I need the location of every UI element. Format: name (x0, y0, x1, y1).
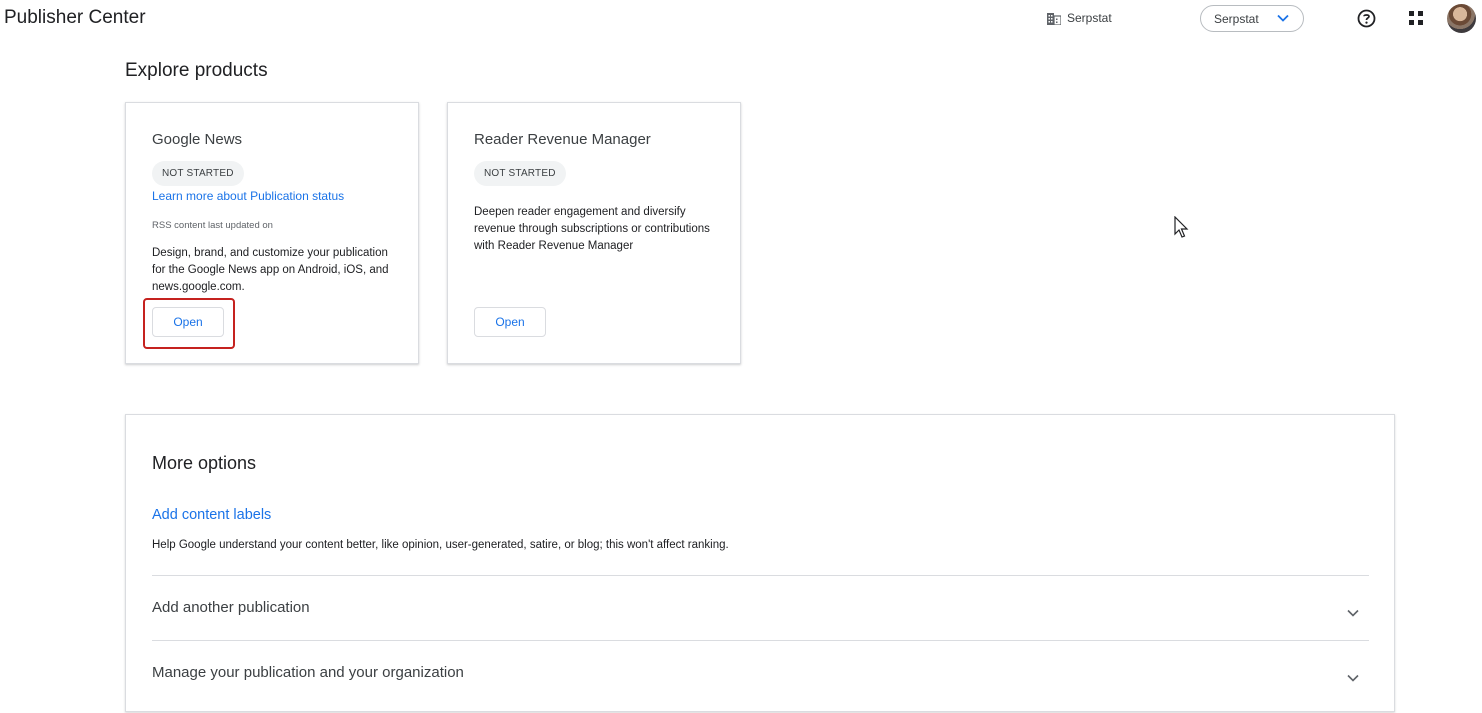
highlight-box (143, 298, 235, 349)
divider (152, 575, 1369, 576)
rss-update-note: RSS content last updated on (152, 220, 273, 231)
organization-switcher[interactable]: Serpstat (1200, 5, 1304, 32)
status-badge: NOT STARTED (474, 161, 566, 186)
publication-status-link[interactable]: Learn more about Publication status (152, 189, 344, 203)
chevron-down-icon (1347, 609, 1359, 617)
building-icon (1047, 12, 1061, 25)
avatar[interactable] (1447, 4, 1476, 33)
explore-products-title: Explore products (125, 60, 268, 81)
chevron-down-icon (1277, 14, 1289, 22)
card-title: Reader Revenue Manager (474, 131, 651, 148)
card-description: Deepen reader engagement and diversify r… (474, 206, 710, 252)
content-labels-description: Help Google understand your content bett… (152, 539, 729, 551)
row-label: Add another publication (152, 599, 310, 616)
manage-publication-row[interactable]: Manage your publication and your organiz… (152, 658, 1369, 698)
help-icon[interactable] (1357, 9, 1376, 28)
reader-revenue-open-button[interactable]: Open (474, 307, 546, 337)
add-another-publication-row[interactable]: Add another publication (152, 593, 1369, 633)
card-description: Design, brand, and customize your public… (152, 247, 389, 293)
chevron-down-icon (1347, 674, 1359, 682)
row-label: Manage your publication and your organiz… (152, 664, 464, 681)
organization-switcher-label: Serpstat (1214, 11, 1259, 26)
mouse-cursor-icon (1174, 216, 1189, 238)
more-options-panel: More options Add content labels Help Goo… (125, 414, 1395, 712)
organization-name: Serpstat (1067, 11, 1112, 25)
reader-revenue-manager-card: Reader Revenue Manager NOT STARTED Deepe… (447, 102, 741, 364)
more-options-title: More options (152, 453, 257, 473)
current-organization: Serpstat (1047, 11, 1112, 25)
card-title: Google News (152, 131, 243, 148)
app-title: Publisher Center (4, 7, 146, 28)
divider (152, 640, 1369, 641)
add-content-labels-link[interactable]: Add content labels (152, 507, 271, 523)
top-bar: Publisher Center Serpstat Serpstat (0, 0, 1482, 38)
status-badge: NOT STARTED (152, 161, 244, 186)
apps-grid-icon[interactable] (1409, 11, 1423, 25)
